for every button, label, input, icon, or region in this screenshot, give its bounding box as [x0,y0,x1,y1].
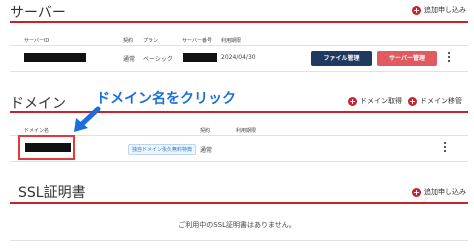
server-management-button[interactable]: サーバー管理 [377,51,437,66]
server-add-label: 追加申し込み [424,6,466,14]
domain-name-link[interactable] [25,143,71,152]
server-id-redacted [24,53,86,62]
plus-icon: + [412,187,421,197]
ssl-section-divider [10,202,468,204]
ssl-add-label: 追加申し込み [424,188,466,196]
domain-table-bottom-line [10,161,468,162]
annotation-click-domain: ドメイン名をクリック [96,91,236,107]
server-number-redacted [183,53,217,62]
domain-transfer-label: ドメイン移管 [420,97,462,105]
ssl-bottom-line [10,240,468,241]
domain-table-header-line [10,135,468,136]
file-management-button[interactable]: ファイル管理 [311,51,372,66]
ssl-add-link[interactable]: + 追加申し込み [412,187,466,197]
domain-section-title: ドメイン [10,96,66,112]
domain-more-icon[interactable] [444,142,447,152]
plus-icon: + [408,96,417,106]
server-table-bottom-line [10,71,468,72]
server-plan-value: ベーシック [143,56,173,63]
domain-get-label: ドメイン取得 [360,97,402,105]
server-add-link[interactable]: + 追加申し込み [412,5,466,15]
domain-get-link[interactable]: + ドメイン取得 [348,96,402,106]
header-expiry: 利用期限 [221,38,242,44]
header-plan: プラン [143,38,159,44]
ssl-section-title: SSL証明書 [18,185,86,201]
server-section-divider [10,21,468,23]
header-domain-name: ドメイン名 [24,128,50,134]
domain-transfer-link[interactable]: + ドメイン移管 [408,96,462,106]
annotation-arrow-icon [74,106,101,132]
plus-icon: + [412,5,421,15]
ssl-empty-message: ご利用中のSSL証明書はありません。 [178,221,296,229]
free-domain-badge: 独自ドメイン永久無料特典 [128,144,197,155]
server-section-title: サーバー [10,5,66,21]
server-table-header-line [10,45,468,46]
header-server-number: サーバー番号 [182,38,212,44]
domain-contract-value: 通常 [200,147,213,154]
server-contract-value: 通常 [123,56,136,63]
server-more-icon[interactable] [448,52,451,62]
header-server-id: サーバーID [24,38,50,44]
header-domain-contract: 契約 [200,128,211,134]
plus-icon: + [348,96,357,106]
header-domain-expiry: 利用期限 [236,128,257,134]
header-contract: 契約 [123,38,134,44]
server-expiry-value: 2024/04/30 [221,54,256,61]
